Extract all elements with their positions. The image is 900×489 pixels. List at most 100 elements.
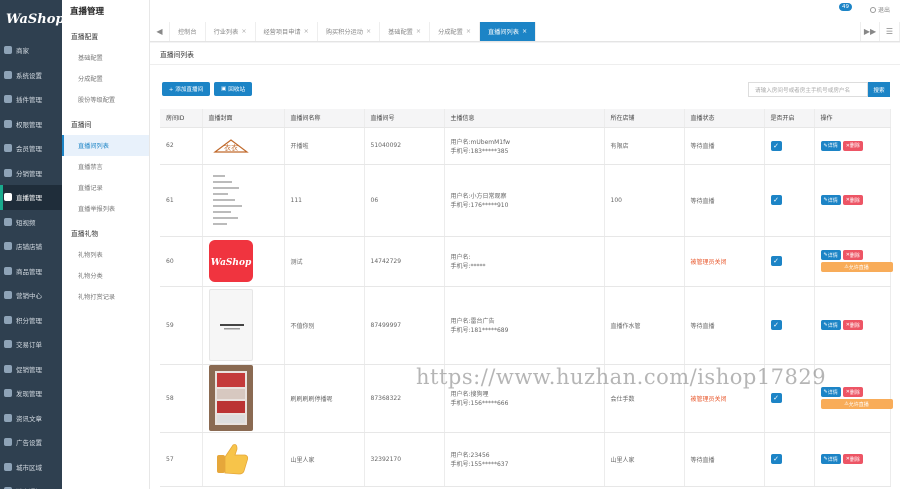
- nav-item[interactable]: 消息通知: [0, 479, 62, 489]
- subnav-item[interactable]: 直播间列表: [62, 135, 149, 156]
- subnav-item[interactable]: 股份等级配置: [62, 89, 149, 110]
- enabled-checkbox[interactable]: ✓: [770, 195, 782, 205]
- nav-item[interactable]: 插件管理: [0, 87, 62, 112]
- nav-item[interactable]: 直播管理: [0, 185, 62, 210]
- subnav-item[interactable]: 礼物打赏记录: [62, 286, 149, 307]
- tab[interactable]: 基础配置 ×: [380, 22, 431, 41]
- detail-button[interactable]: ✎ 详情: [820, 320, 841, 330]
- logout-link[interactable]: 退出: [869, 5, 890, 14]
- allow-live-button[interactable]: ⚠ 允许直播: [820, 262, 893, 272]
- tab-list: 控制台 行业列表 × 经营项目申请 × 购买积分运动 × 基础配置 × 分成配置 × 直播间列表 ×: [170, 22, 537, 41]
- detail-button[interactable]: ✎ 详情: [820, 195, 841, 205]
- table-row: 61 111 06 用户名:小方日常观察 手机号:176*****910 100 等待直播 ✓…: [160, 164, 891, 237]
- close-icon[interactable]: ×: [304, 28, 309, 35]
- search-input[interactable]: 请输入房间号或者房主手机号或房户名: [748, 82, 868, 97]
- nav-item[interactable]: 商家: [0, 38, 62, 63]
- delete-button[interactable]: ✕ 删除: [842, 250, 863, 260]
- subnav-item[interactable]: 基础配置: [62, 47, 149, 68]
- nav-item[interactable]: 会员管理: [0, 136, 62, 161]
- delete-button[interactable]: ✕ 删除: [842, 140, 863, 151]
- subnav-item[interactable]: 直播记录: [62, 177, 149, 198]
- table-row: 59 不值你别 87499997 用户名:雷台广告 手机号:181*****689 直播作…: [160, 286, 891, 365]
- enabled-checkbox[interactable]: ✓: [770, 140, 782, 151]
- search-button[interactable]: 搜索: [868, 82, 890, 97]
- tab[interactable]: 直播间列表 ×: [480, 22, 537, 41]
- column-header: 直播状态: [684, 109, 765, 128]
- room-number: 14742729: [364, 236, 445, 287]
- room-id: 61: [160, 164, 203, 237]
- app-logo[interactable]: WaShop 商城: [0, 0, 72, 38]
- nav-item[interactable]: 营销中心: [0, 283, 62, 308]
- nav-item[interactable]: 商品管理: [0, 259, 62, 284]
- tab-scroll-left-icon[interactable]: ◀: [150, 22, 170, 41]
- nav-icon: [4, 266, 12, 275]
- subnav-group: 直播间: [71, 121, 92, 129]
- subnav-item[interactable]: 分成配置: [62, 68, 149, 89]
- delete-label: 删除: [849, 389, 860, 396]
- column-header: 直播封面: [202, 109, 285, 128]
- close-icon[interactable]: ×: [522, 28, 527, 35]
- subnav-item[interactable]: 礼物分类: [62, 265, 149, 286]
- nav-item[interactable]: 广告设置: [0, 430, 62, 455]
- room-table: 房间ID 直播封面 直播间名称 直播间号 主播信息 所在店铺 直播状态 是否开启 操作 62 衣衣…: [160, 109, 893, 487]
- tab-label: 经营项目申请: [263, 29, 301, 36]
- close-icon[interactable]: ×: [366, 28, 371, 35]
- nav-item[interactable]: 分销管理: [0, 161, 62, 186]
- nav-item[interactable]: 发现管理: [0, 381, 62, 406]
- subnav-item[interactable]: 直播禁言: [62, 156, 149, 177]
- tab[interactable]: 行业列表 ×: [206, 22, 256, 41]
- delete-button[interactable]: ✕ 删除: [842, 387, 863, 397]
- room-id: 57: [160, 432, 203, 487]
- nav-item[interactable]: 权限管理: [0, 112, 62, 137]
- actions-cell: ✎ 详情 ✕ 删除 ⚠ 允许直播: [814, 236, 893, 287]
- enabled-cell: ✓: [764, 236, 815, 287]
- main-nav: 商家 系统设置插件管理权限管理 会员管理 分销管理 直播管理 短视频 店铺店铺 商品管理 营销中…: [0, 38, 62, 489]
- detail-button[interactable]: ✎ 详情: [820, 140, 841, 151]
- row-actions: ✎ 详情 ✕ 删除: [820, 195, 897, 205]
- nav-item[interactable]: 城市区域: [0, 455, 62, 480]
- close-icon[interactable]: ×: [466, 28, 471, 35]
- tab[interactable]: 购买积分运动 ×: [318, 22, 381, 41]
- nav-item[interactable]: 积分管理: [0, 308, 62, 333]
- nav-item[interactable]: 短视频: [0, 210, 62, 235]
- detail-button[interactable]: ✎ 详情: [820, 454, 841, 464]
- tab-scroll-right-icon[interactable]: ▶▶: [860, 22, 880, 41]
- cover-image: [209, 439, 253, 479]
- nav-label: 插件管理: [16, 96, 42, 105]
- table-row: 57 山里人家 32392170 用户名:23456 手机号:155*****637 山里…: [160, 432, 891, 487]
- nav-item[interactable]: 资讯文章: [0, 406, 62, 431]
- tab[interactable]: 分成配置 ×: [430, 22, 480, 41]
- allow-live-button[interactable]: ⚠ 允许直播: [820, 399, 893, 409]
- nav-icon: [4, 119, 12, 128]
- watermark: https://www.huzhan.com/ishop17829: [416, 365, 827, 389]
- nav-item[interactable]: 促销管理: [0, 357, 62, 382]
- enabled-checkbox[interactable]: ✓: [770, 454, 782, 464]
- recycle-bin-button[interactable]: ▣ 回收站: [214, 82, 252, 96]
- subnav-item[interactable]: 礼物列表: [62, 244, 149, 265]
- delete-button[interactable]: ✕ 删除: [842, 320, 863, 330]
- enabled-checkbox[interactable]: ✓: [770, 393, 782, 403]
- enabled-checkbox[interactable]: ✓: [770, 256, 782, 266]
- shop-name: [604, 236, 685, 287]
- delete-label: 删除: [849, 322, 860, 329]
- logout-label: 退出: [877, 7, 890, 14]
- close-icon[interactable]: ×: [416, 28, 421, 35]
- tab[interactable]: 经营项目申请 ×: [256, 22, 318, 41]
- tab-menu-icon[interactable]: ☰: [880, 22, 900, 41]
- delete-button[interactable]: ✕ 删除: [842, 195, 863, 205]
- enabled-cell: ✓: [764, 432, 815, 487]
- host-info: 用户名:雷台广告 手机号:181*****689: [444, 286, 605, 365]
- nav-item[interactable]: 交易订单: [0, 332, 62, 357]
- enabled-checkbox[interactable]: ✓: [770, 320, 782, 330]
- close-icon[interactable]: ×: [241, 28, 246, 35]
- nav-item[interactable]: 店铺店铺: [0, 234, 62, 259]
- notification-badge[interactable]: 49: [839, 3, 852, 11]
- cover-cell: [202, 164, 285, 237]
- detail-button[interactable]: ✎ 详情: [820, 250, 841, 260]
- tab[interactable]: 控制台: [170, 22, 206, 41]
- nav-item[interactable]: 系统设置: [0, 63, 62, 88]
- detail-label: 详情: [827, 197, 838, 204]
- subnav-item[interactable]: 直播举报列表: [62, 198, 149, 219]
- delete-button[interactable]: ✕ 删除: [842, 454, 863, 464]
- add-room-button[interactable]: + 添加直播间: [162, 82, 210, 96]
